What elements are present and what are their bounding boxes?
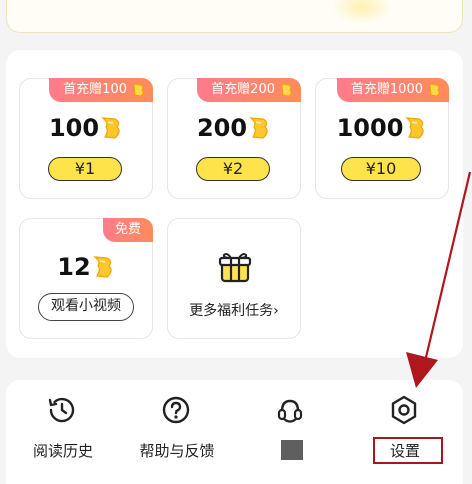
redacted-label-block: [281, 440, 303, 460]
buy-button[interactable]: ¥1: [48, 157, 122, 181]
amount-value: 200: [196, 114, 248, 142]
buy-button[interactable]: ¥2: [196, 157, 270, 181]
watch-video-button[interactable]: 观看小视频: [38, 293, 134, 321]
recharge-card-100[interactable]: 首充赠100 100 ¥1: [19, 78, 153, 199]
first-recharge-badge: 首充赠200: [197, 78, 301, 102]
coin-amount: 100: [20, 114, 152, 142]
top-banner-card: [6, 0, 463, 33]
menu-label: 设置: [389, 442, 420, 460]
bottom-menu: 阅读历史 帮助与反馈 设置: [6, 380, 463, 484]
first-recharge-badge: 首充赠100: [49, 78, 153, 102]
badge-label: 首充赠100: [63, 82, 127, 97]
coin-amount: 1000: [316, 114, 448, 142]
more-welfare-card[interactable]: 更多福利任务›: [167, 218, 301, 339]
buy-button[interactable]: ¥10: [341, 157, 421, 181]
coin-icon: [405, 117, 425, 139]
coin-amount: 12: [20, 253, 152, 281]
amount-value: 1000: [336, 114, 404, 142]
customer-service-icon: [277, 399, 303, 423]
first-recharge-badge: 首充赠1000: [336, 78, 449, 102]
badge-label: 首充赠1000: [350, 82, 423, 97]
badge-label: 首充赠200: [211, 82, 275, 97]
coin-icon: [429, 83, 440, 97]
coin-icon: [249, 117, 268, 139]
coin-icon: [133, 83, 144, 97]
help-question-icon: [162, 396, 190, 424]
more-welfare-label: 更多福利任务›: [189, 303, 279, 319]
recharge-card-1000[interactable]: 首充赠1000 1000 ¥10: [315, 78, 449, 199]
welfare-panel: 首充赠100 100 ¥1 首充赠200 200 ¥2 首充赠1000 1000…: [6, 50, 463, 358]
menu-settings[interactable]: 设置: [348, 380, 462, 484]
badge-label: 免费: [114, 222, 141, 237]
coin-icon: [92, 256, 112, 278]
menu-label: 阅读历史: [32, 442, 93, 460]
settings-hexagon-icon: [391, 395, 417, 425]
recharge-card-200[interactable]: 首充赠200 200 ¥2: [167, 78, 301, 199]
menu-label: 帮助与反馈: [139, 442, 215, 460]
amount-value: 12: [57, 253, 91, 281]
coin-amount: 200: [168, 114, 300, 142]
menu-customer-service[interactable]: [234, 380, 348, 484]
coin-icon: [101, 117, 120, 139]
coin-icon: [281, 83, 292, 97]
amount-value: 100: [48, 114, 100, 142]
watch-video-card[interactable]: 免费 12 观看小视频: [19, 218, 153, 339]
history-clock-icon: [48, 397, 75, 423]
gift-icon: [218, 253, 252, 283]
menu-help-feedback[interactable]: 帮助与反馈: [120, 380, 234, 484]
menu-reading-history[interactable]: 阅读历史: [6, 380, 120, 484]
banner-glow: [332, 0, 392, 24]
free-badge: 免费: [102, 218, 153, 242]
